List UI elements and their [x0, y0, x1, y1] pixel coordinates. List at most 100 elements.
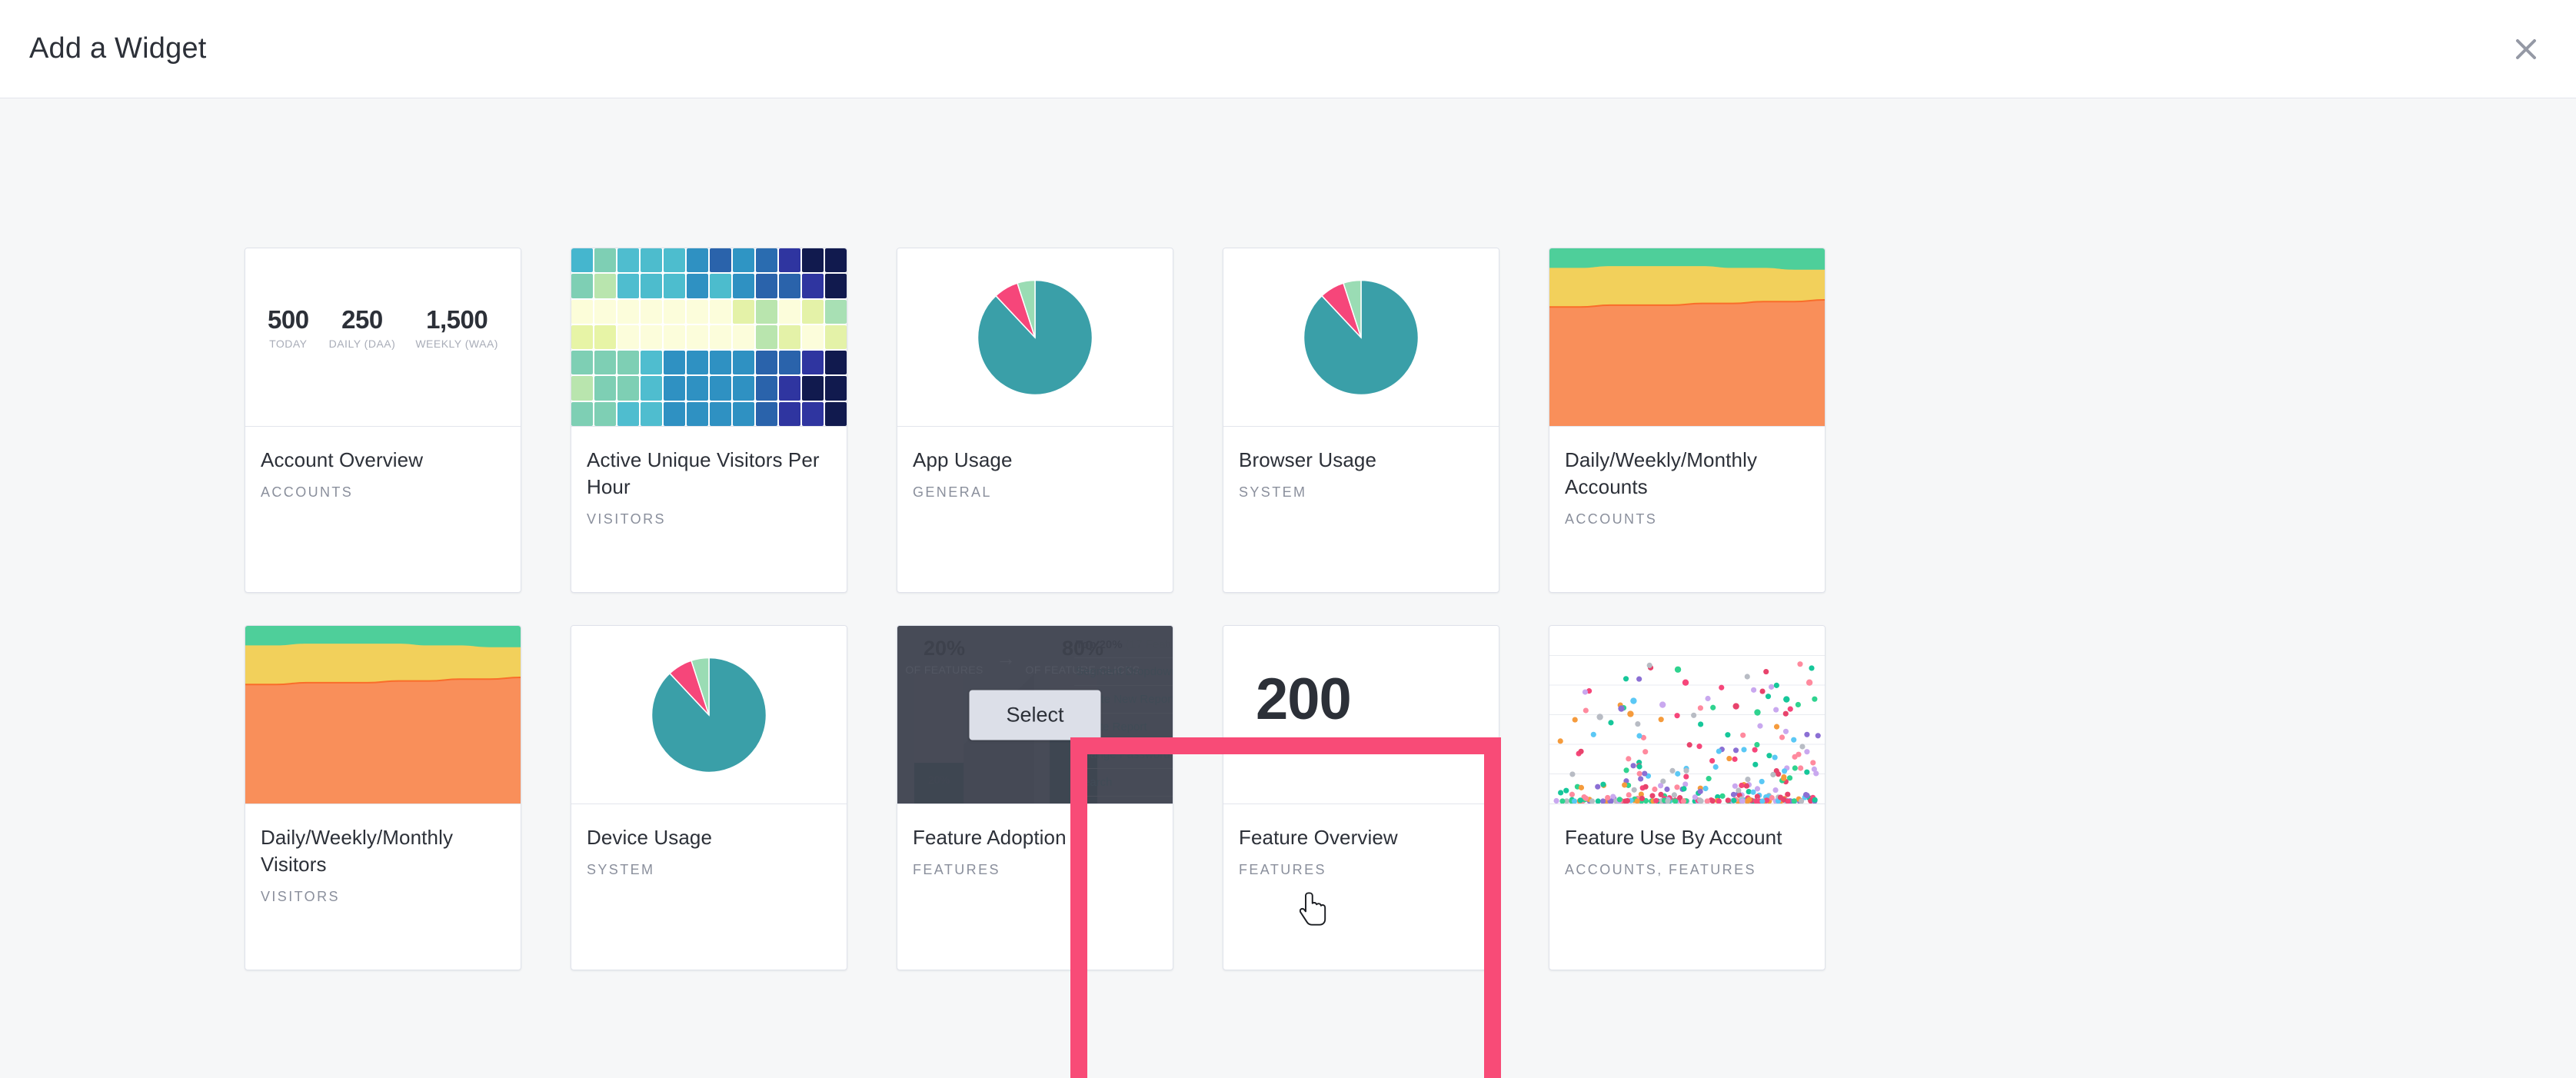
widget-preview — [897, 248, 1173, 427]
scatter-point — [1811, 766, 1817, 772]
scatter-point — [1626, 792, 1632, 798]
heatmap-cell — [687, 376, 708, 401]
heatmap-cell — [571, 299, 593, 324]
heatmap-cell — [733, 401, 754, 426]
scatter-point — [1716, 748, 1722, 754]
heatmap-grid — [571, 248, 847, 426]
heatmap-cell — [779, 324, 800, 350]
scatter-point — [1736, 787, 1742, 794]
widget-meta: Feature Use By Account ACCOUNTS, FEATURES — [1549, 804, 1825, 970]
scatter-point — [1696, 744, 1702, 750]
heatmap-cell — [617, 376, 639, 401]
heatmap-cell — [779, 299, 800, 324]
scatter-point — [1809, 665, 1815, 671]
heatmap-cell — [664, 299, 685, 324]
heatmap-cell — [733, 324, 754, 350]
widget-preview — [1223, 248, 1499, 427]
scatter-point — [1702, 785, 1709, 792]
widget-card[interactable]: Daily/Weekly/Monthly Accounts ACCOUNTS — [1549, 248, 1825, 593]
scatter-point — [1675, 770, 1681, 777]
widget-category: SYSTEM — [1239, 484, 1307, 501]
widget-card[interactable]: App Usage GENERAL — [897, 248, 1173, 593]
heatmap-cell — [779, 351, 800, 375]
scatter-point — [1796, 751, 1802, 757]
heatmap-cell — [756, 274, 777, 298]
heatmap-cell — [617, 248, 639, 273]
scatter-point — [1770, 771, 1776, 778]
scatter-point — [1712, 764, 1719, 770]
scatter-point — [1697, 788, 1703, 794]
widget-category: SYSTEM — [587, 862, 655, 878]
heatmap-cell — [571, 376, 593, 401]
scatter-point — [1590, 731, 1596, 737]
scatter-point — [1608, 720, 1614, 726]
heatmap-cell — [710, 351, 731, 375]
select-button[interactable]: Select — [969, 690, 1101, 740]
scatter-point — [1710, 704, 1716, 710]
widget-card[interactable]: 200 TOTAL NUMBER OF FEATURES Feature Overv… — [1223, 625, 1499, 970]
scatter-point — [1732, 703, 1739, 710]
scatter-point — [1686, 742, 1692, 748]
scatter-point — [1763, 668, 1769, 675]
widget-card[interactable]: Device Usage SYSTEM — [571, 625, 847, 970]
widget-card[interactable]: Browser Usage SYSTEM — [1223, 248, 1499, 593]
widget-title: Feature Adoption — [913, 826, 1067, 849]
widget-card[interactable]: Daily/Weekly/Monthly Visitors VISITORS — [245, 625, 521, 970]
scatter-point — [1802, 791, 1809, 798]
heatmap-cell — [641, 248, 662, 273]
heatmap-cell — [802, 248, 824, 273]
scatter-point — [1772, 787, 1779, 794]
scatter-point — [1553, 797, 1559, 804]
heatmap-cell — [825, 324, 847, 350]
heatmap-cell — [664, 351, 685, 375]
heatmap-cell — [594, 401, 616, 426]
close-icon[interactable] — [2499, 22, 2553, 76]
widget-meta: Daily/Weekly/Monthly Visitors VISITORS — [245, 804, 521, 970]
scatter-point — [1557, 738, 1563, 744]
heatmap-cell — [733, 351, 754, 375]
scatter-point — [1577, 797, 1583, 804]
scatter-point — [1559, 798, 1566, 804]
scatter-point — [1596, 714, 1603, 720]
heatmap-cell — [571, 324, 593, 350]
scatter-point — [1797, 661, 1803, 667]
scatter-point — [1638, 776, 1644, 782]
heatmap-cell — [756, 351, 777, 375]
page-title: Add a Widget — [29, 32, 207, 65]
heatmap-cell — [733, 248, 754, 273]
heatmap-cell — [571, 401, 593, 426]
heatmap-cell — [571, 248, 593, 273]
widget-card[interactable]: Feature Use By Account ACCOUNTS, FEATURES — [1549, 625, 1825, 970]
scatter-point — [1658, 783, 1664, 789]
scatter-point — [1754, 709, 1761, 716]
heatmap-cell — [802, 299, 824, 324]
heatmap-cell — [825, 274, 847, 298]
widget-meta: Browser Usage SYSTEM — [1223, 427, 1499, 592]
stat-value: 500 — [268, 305, 309, 334]
area-series — [1549, 299, 1825, 426]
scatter-point — [1815, 733, 1821, 739]
scatter-point — [1631, 787, 1637, 793]
widget-category: FEATURES — [1239, 862, 1326, 878]
scatter-point — [1659, 701, 1666, 708]
heatmap-cell — [594, 376, 616, 401]
scatter-point — [1783, 696, 1790, 703]
widget-card[interactable]: Active Unique Visitors Per Hour VISITORS — [571, 248, 847, 593]
scatter-point — [1622, 782, 1628, 788]
scatter-point — [1674, 784, 1680, 790]
heatmap-cell — [825, 376, 847, 401]
scatter-point — [1582, 689, 1589, 695]
scatter-point — [1726, 755, 1732, 762]
scatter-point — [1709, 757, 1716, 764]
scatter-point — [1635, 720, 1641, 727]
widget-preview — [571, 626, 847, 804]
heatmap-cell — [664, 274, 685, 298]
scatter-point — [1642, 784, 1649, 790]
widget-card[interactable]: 500 TODAY 250 DAILY (DAA) 1,500 WEEKLY (WAA) A… — [245, 248, 521, 593]
scatter-point — [1697, 705, 1703, 711]
widget-card[interactable]: 20%OF FEATURES→80%OF FEATURE CLICKS20%To… — [897, 625, 1173, 970]
pie-chart — [571, 626, 847, 804]
scatter-point — [1653, 797, 1659, 804]
pie-chart — [897, 248, 1173, 426]
widget-category: FEATURES — [913, 862, 1000, 878]
